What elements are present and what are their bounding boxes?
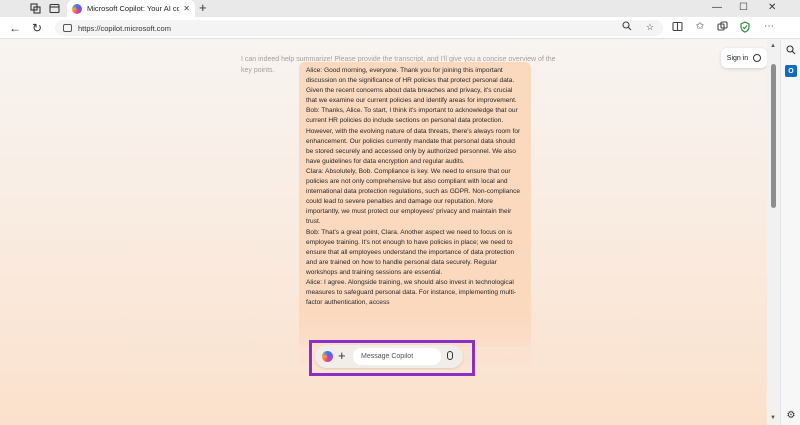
url-text: https://copilot.microsoft.com — [78, 23, 171, 33]
reload-button[interactable]: ↻ — [32, 21, 42, 35]
zoom-search-icon[interactable] — [622, 21, 632, 34]
close-window-button[interactable]: ✕ — [768, 2, 776, 14]
user-message-bubble: Alice: Good morning, everyone. Thank you… — [299, 62, 531, 347]
copilot-page: I can indeed help summarize! Please prov… — [0, 40, 767, 425]
maximize-button[interactable]: ☐ — [739, 2, 748, 14]
edge-sidebar: O ⚙ — [780, 40, 800, 425]
scroll-up-arrow-icon[interactable]: ▲ — [770, 43, 776, 49]
page-scrollbar[interactable]: ▲ ▼ — [767, 40, 780, 425]
tab-strip: Microsoft Copilot: Your AI compa ✕ + — ☐… — [0, 0, 800, 17]
back-button[interactable]: ← — [9, 21, 21, 35]
favorite-star-icon[interactable]: ☆ — [646, 21, 654, 33]
more-options-icon[interactable]: ⋯ — [763, 21, 775, 33]
minimize-button[interactable]: — — [712, 2, 722, 14]
user-icon — [753, 54, 762, 62]
new-tab-button[interactable]: + — [199, 1, 207, 15]
browser-essentials-icon[interactable] — [739, 21, 751, 33]
tab-copilot[interactable]: Microsoft Copilot: Your AI compa ✕ — [67, 0, 195, 17]
add-attachment-button[interactable]: + — [338, 348, 346, 364]
site-info-icon[interactable] — [63, 24, 72, 32]
scroll-thumb[interactable] — [771, 64, 776, 208]
split-screen-icon[interactable] — [671, 21, 683, 33]
message-composer: + — [315, 345, 463, 368]
favorites-icon[interactable]: ✩ — [694, 21, 706, 33]
address-bar[interactable]: https://copilot.microsoft.com — [55, 20, 663, 36]
sidebar-settings-gear-icon[interactable]: ⚙ — [785, 409, 797, 421]
microphone-icon[interactable] — [447, 351, 453, 360]
copilot-logo-icon[interactable] — [322, 351, 333, 362]
scroll-down-arrow-icon[interactable]: ▼ — [770, 415, 776, 421]
tab-close-icon[interactable]: ✕ — [183, 4, 190, 13]
sign-in-label: Sign in — [726, 54, 749, 62]
outlook-icon[interactable]: O — [785, 65, 797, 77]
user-message-text: Alice: Good morning, everyone. Thank you… — [306, 67, 521, 307]
tab-actions-icon[interactable] — [47, 2, 61, 15]
copilot-favicon-icon — [72, 3, 82, 14]
message-input[interactable] — [353, 348, 441, 365]
tab-title: Microsoft Copilot: Your AI compa — [87, 4, 180, 13]
navigation-bar: ← ↻ https://copilot.microsoft.com ☆ ✩ ⋯ — [0, 17, 800, 39]
sidebar-search-icon[interactable] — [785, 44, 797, 56]
workspaces-icon[interactable] — [28, 2, 42, 15]
sign-in-button[interactable]: Sign in — [721, 48, 767, 68]
collections-icon[interactable] — [716, 21, 728, 33]
